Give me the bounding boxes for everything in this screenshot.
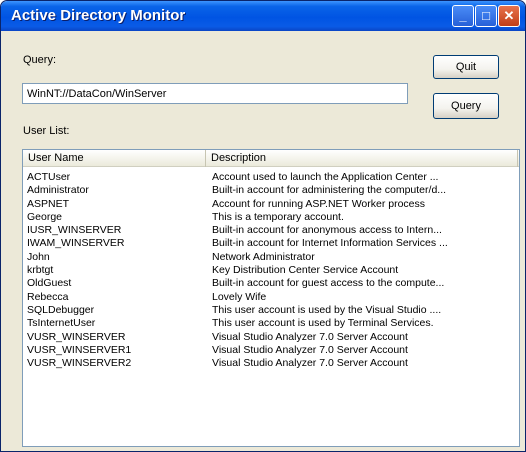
window-title: Active Directory Monitor xyxy=(11,7,186,24)
list-item[interactable]: George This is a temporary account. xyxy=(23,211,519,224)
list-item[interactable]: IWAM_WINSERVER Built-in account for Inter… xyxy=(23,237,519,250)
list-rows: ACTUser Account used to launch the Applic… xyxy=(23,171,519,370)
list-item[interactable]: Administrator Built-in account for admini… xyxy=(23,184,519,197)
maximize-button[interactable]: □ xyxy=(475,5,497,27)
query-input[interactable] xyxy=(22,83,408,104)
user-name-cell: TsInternetUser xyxy=(27,317,96,330)
query-label: Query: xyxy=(23,54,57,66)
user-name-cell: John xyxy=(27,250,50,263)
description-cell: Visual Studio Analyzer 7.0 Server Accoun… xyxy=(212,357,408,370)
description-cell: Account for running ASP.NET Worker proce… xyxy=(212,197,426,210)
query-button[interactable]: Query xyxy=(433,93,499,119)
column-header-description[interactable]: Description xyxy=(206,150,518,167)
description-cell: Network Administrator xyxy=(212,250,315,263)
user-list[interactable]: User Name Description ACTUser Account use… xyxy=(22,149,520,447)
list-item[interactable]: ASPNET Account for running ASP.NET Worker… xyxy=(23,198,519,211)
description-cell: Built-in account for guest access to the… xyxy=(212,277,445,290)
list-header: User Name Description xyxy=(23,150,519,167)
user-name-cell: George xyxy=(27,210,63,223)
description-cell: Visual Studio Analyzer 7.0 Server Accoun… xyxy=(212,343,408,356)
user-name-cell: IWAM_WINSERVER xyxy=(27,237,125,250)
user-name-cell: SQLDebugger xyxy=(27,303,95,316)
list-item[interactable]: IUSR_WINSERVER Built-in account for anony… xyxy=(23,224,519,237)
list-item[interactable]: krbtgt Key Distribution Center Service Ac… xyxy=(23,264,519,277)
user-name-cell: Rebecca xyxy=(27,290,69,303)
user-name-cell: VUSR_WINSERVER xyxy=(27,330,126,343)
user-name-cell: Administrator xyxy=(27,184,89,197)
list-item[interactable]: ACTUser Account used to launch the Applic… xyxy=(23,171,519,184)
quit-button[interactable]: Quit xyxy=(433,55,499,79)
list-item[interactable]: VUSR_WINSERVER1 Visual Studio Analyzer 7.… xyxy=(23,344,519,357)
user-name-cell: OldGuest xyxy=(27,277,72,290)
column-header-user-name[interactable]: User Name xyxy=(23,150,206,167)
description-cell: This is a temporary account. xyxy=(212,210,344,223)
user-name-cell: ACTUser xyxy=(27,171,71,183)
description-cell: This user account is used by the Visual … xyxy=(212,303,442,316)
description-cell: Lovely Wife xyxy=(212,290,267,303)
list-item[interactable]: VUSR_WINSERVER2 Visual Studio Analyzer 7.… xyxy=(23,357,519,370)
description-cell: Key Distribution Center Service Account xyxy=(212,264,399,277)
description-cell: Built-in account for anonymous access to… xyxy=(212,224,442,237)
description-cell: Account used to launch the Application C… xyxy=(212,171,439,183)
list-item[interactable]: VUSR_WINSERVER Visual Studio Analyzer 7.0… xyxy=(23,331,519,344)
description-cell: Built-in account for Internet Informatio… xyxy=(212,237,448,250)
list-item[interactable]: SQLDebugger This user account is used by … xyxy=(23,304,519,317)
close-button[interactable]: ✕ xyxy=(498,5,520,27)
user-name-cell: VUSR_WINSERVER2 xyxy=(27,357,132,370)
description-cell: Visual Studio Analyzer 7.0 Server Accoun… xyxy=(212,330,408,343)
description-cell: This user account is used by Terminal Se… xyxy=(212,317,434,330)
user-list-label: User List: xyxy=(23,125,70,137)
title-bar[interactable]: Active Directory Monitor _ □ ✕ xyxy=(1,1,525,31)
user-name-cell: krbtgt xyxy=(27,264,54,277)
list-item[interactable]: TsInternetUser This user account is used … xyxy=(23,317,519,330)
user-name-cell: IUSR_WINSERVER xyxy=(27,224,122,237)
minimize-button[interactable]: _ xyxy=(452,5,474,27)
main-window: Active Directory Monitor _ □ ✕ Query: Qu… xyxy=(0,0,526,452)
user-name-cell: VUSR_WINSERVER1 xyxy=(27,343,132,356)
list-item[interactable]: Rebecca Lovely Wife xyxy=(23,291,519,304)
description-cell: Built-in account for administering the c… xyxy=(212,184,447,197)
list-item[interactable]: OldGuest Built-in account for guest acces… xyxy=(23,277,519,290)
user-name-cell: ASPNET xyxy=(27,197,70,210)
list-item[interactable]: John Network Administrator xyxy=(23,251,519,264)
